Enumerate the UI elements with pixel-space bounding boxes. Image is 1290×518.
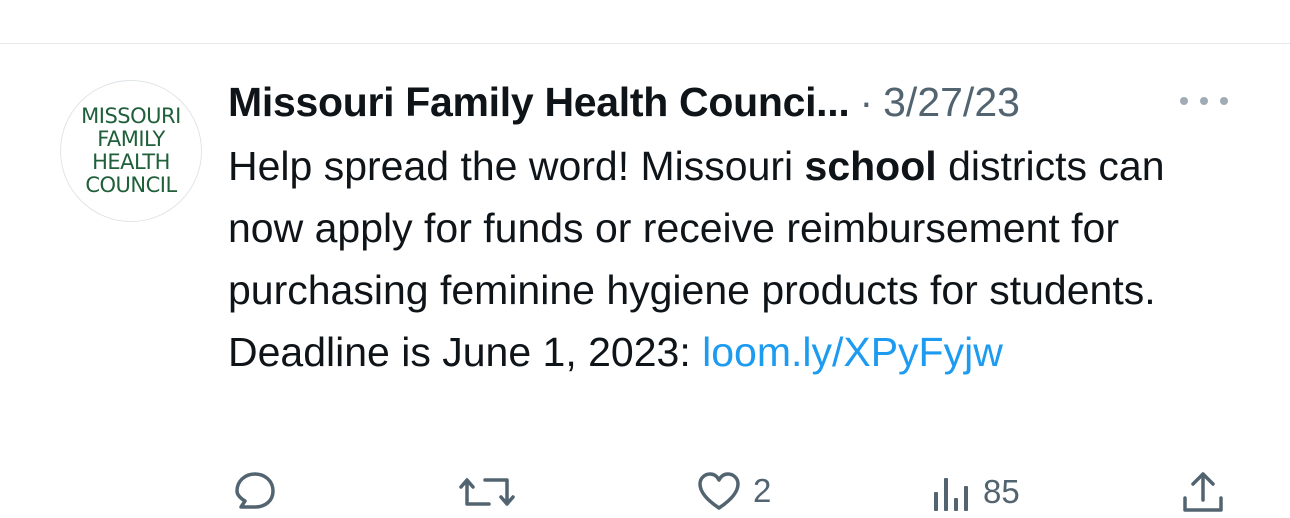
tweet-text-bold: school <box>804 143 937 189</box>
retweet-button[interactable] <box>459 470 527 514</box>
share-button[interactable] <box>1181 470 1237 514</box>
views-count: 85 <box>983 473 1020 510</box>
action-bar: 2 85 <box>0 462 1290 518</box>
like-count: 2 <box>753 472 772 509</box>
tweet-link[interactable]: loom.ly/XPyFyjw <box>702 329 1003 375</box>
top-divider <box>0 43 1290 44</box>
dot <box>1220 97 1228 105</box>
author-name[interactable]: Missouri Family Health Counci... <box>228 79 850 126</box>
share-icon <box>1183 472 1223 512</box>
avatar[interactable]: MISSOURI FAMILY HEALTH COUNCIL <box>60 80 202 222</box>
views-button[interactable]: 85 <box>931 470 1020 514</box>
heart-icon <box>698 472 740 510</box>
retweet-icon <box>459 478 515 506</box>
views-icon <box>934 478 968 511</box>
dot <box>1180 97 1188 105</box>
logo-text-line: COUNCIL <box>85 173 177 197</box>
more-options-icon[interactable] <box>1180 90 1228 112</box>
tweet-header: Missouri Family Health Counci... · 3/27/… <box>228 74 1020 130</box>
logo-text-line: FAMILY <box>97 127 165 151</box>
dot <box>1200 97 1208 105</box>
tweet-date[interactable]: 3/27/23 <box>883 79 1020 126</box>
logo-text-line: HEALTH <box>92 150 170 174</box>
tweet-text: Help spread the word! Missouri school di… <box>228 135 1228 383</box>
like-button[interactable]: 2 <box>697 470 771 512</box>
tweet-text-part: Help spread the word! Missouri <box>228 143 805 189</box>
header-separator: · <box>859 78 874 125</box>
reply-button[interactable] <box>229 470 291 514</box>
logo-text-line: MISSOURI <box>81 104 181 128</box>
reply-icon <box>235 472 275 509</box>
